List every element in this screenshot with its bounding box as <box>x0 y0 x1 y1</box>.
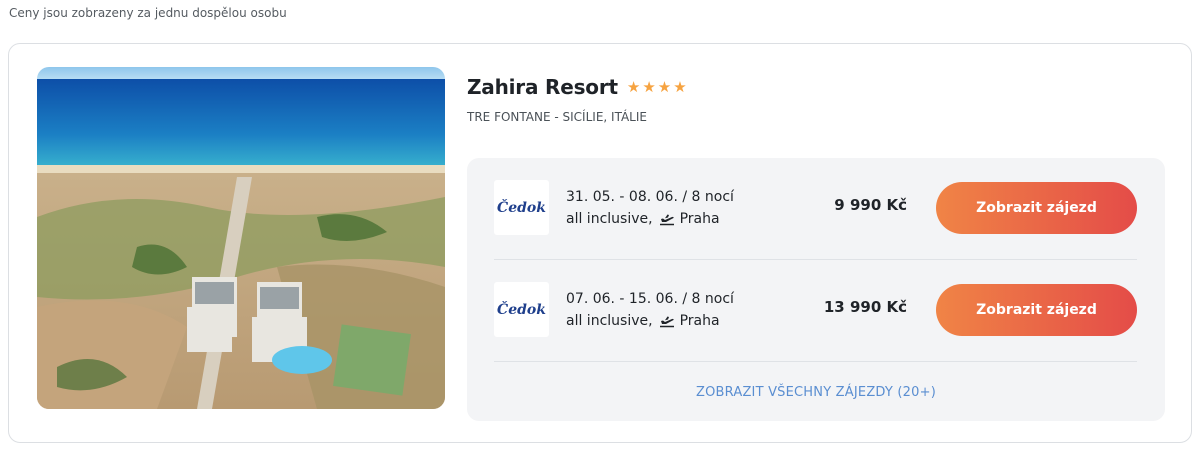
price-note: Ceny jsou zobrazeny za jednu dospělou os… <box>9 6 287 20</box>
offer-price: 13 990 Kč <box>823 298 907 316</box>
offer-row: Čedok 31. 05. - 08. 06. / 8 nocí all inc… <box>494 158 1137 260</box>
offer-meal-departure: all inclusive, Praha <box>566 310 734 332</box>
show-all-trips-link[interactable]: ZOBRAZIT VŠECHNY ZÁJEZDY (20+) <box>467 385 1165 400</box>
star-icon: ★ <box>673 77 687 96</box>
star-rating: ★ ★ ★ ★ <box>626 77 687 96</box>
show-trip-button[interactable]: Zobrazit zájezd <box>936 284 1137 336</box>
hotel-name[interactable]: Zahira Resort <box>467 75 618 99</box>
hotel-location: TRE FONTANE - SICÍLIE, ITÁLIE <box>467 110 647 124</box>
offer-meal: all inclusive, <box>566 211 653 227</box>
hotel-header: Zahira Resort ★ ★ ★ ★ <box>467 75 687 99</box>
star-icon: ★ <box>657 77 672 96</box>
hotel-card: Zahira Resort ★ ★ ★ ★ TRE FONTANE - SICÍ… <box>8 43 1192 443</box>
offer-details: 31. 05. - 08. 06. / 8 nocí all inclusive… <box>566 186 734 230</box>
offer-dates: 31. 05. - 08. 06. / 8 nocí <box>566 189 734 205</box>
offer-details: 07. 06. - 15. 06. / 8 nocí all inclusive… <box>566 288 734 332</box>
offer-departure: Praha <box>679 313 720 329</box>
star-icon: ★ <box>642 77 656 96</box>
star-icon: ★ <box>626 77 641 96</box>
operator-logo: Čedok <box>494 180 549 235</box>
offer-row: Čedok 07. 06. - 15. 06. / 8 nocí all inc… <box>494 260 1137 362</box>
offers-panel: Čedok 31. 05. - 08. 06. / 8 nocí all inc… <box>467 158 1165 421</box>
hotel-photo[interactable] <box>37 67 445 409</box>
offer-meal-departure: all inclusive, Praha <box>566 208 734 230</box>
plane-departure-icon <box>659 316 674 328</box>
plane-departure-icon <box>659 214 674 226</box>
offer-dates: 07. 06. - 15. 06. / 8 nocí <box>566 291 734 307</box>
offer-price: 9 990 Kč <box>834 196 907 214</box>
operator-logo: Čedok <box>494 282 549 337</box>
show-trip-button[interactable]: Zobrazit zájezd <box>936 182 1137 234</box>
offer-meal: all inclusive, <box>566 313 653 329</box>
offer-departure: Praha <box>679 211 720 227</box>
